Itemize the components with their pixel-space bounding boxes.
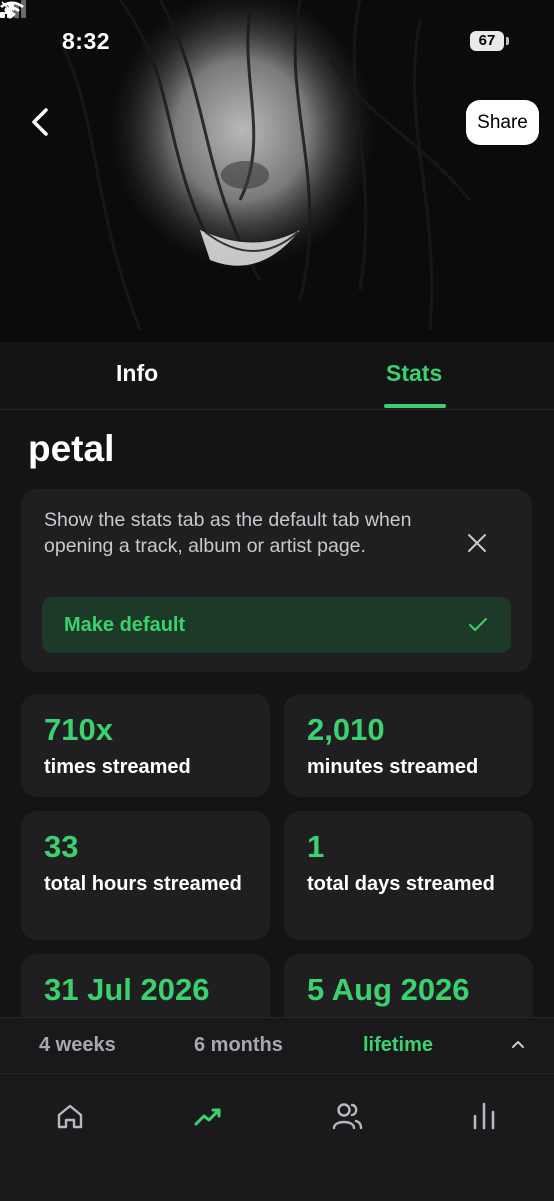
range-6-months[interactable]: 6 months: [194, 1034, 283, 1057]
check-icon: [469, 618, 487, 631]
bottom-navigation: [0, 1073, 554, 1201]
stat-card-minutes-streamed: 2,010 minutes streamed: [284, 694, 533, 797]
stat-value: 33: [44, 829, 79, 864]
stat-label: total days streamed: [307, 873, 495, 895]
chevron-up-icon[interactable]: [510, 1038, 526, 1050]
stat-value: 1: [307, 829, 325, 864]
range-lifetime[interactable]: lifetime: [363, 1034, 433, 1057]
stat-card-total-hours: 33 total hours streamed: [21, 811, 270, 940]
stat-value: 710x: [44, 712, 113, 747]
trending-icon: [194, 1108, 221, 1126]
friends-icon: [332, 1103, 363, 1130]
stat-value: 31 Jul 2026: [44, 972, 210, 1007]
make-default-label: Make default: [64, 614, 186, 636]
battery-tip: [506, 37, 509, 45]
nav-stats[interactable]: [188, 1096, 228, 1136]
stat-label: minutes streamed: [307, 756, 479, 778]
share-button[interactable]: Share: [466, 100, 539, 145]
stat-label: times streamed: [44, 756, 191, 778]
nav-charts[interactable]: [464, 1096, 504, 1136]
notice-text: Show the stats tab as the default tab wh…: [44, 509, 412, 557]
stat-card-times-streamed: 710x times streamed: [21, 694, 270, 797]
wifi-icon: [0, 1, 24, 18]
artwork-image: 8:32 67 Share: [0, 0, 554, 342]
active-tab-indicator: [384, 404, 446, 408]
default-tab-notice: Show the stats tab as the default tab wh…: [21, 489, 532, 672]
chevron-left-icon: [32, 108, 48, 136]
time-range-selector: 4 weeks 6 months lifetime: [0, 1017, 554, 1074]
tab-bar: Info Stats: [0, 342, 554, 410]
tab-info[interactable]: Info: [116, 360, 158, 387]
stat-value: 2,010: [307, 712, 385, 747]
tab-stats[interactable]: Stats: [386, 360, 442, 387]
stat-value: 5 Aug 2026: [307, 972, 470, 1007]
nav-friends[interactable]: [327, 1096, 367, 1136]
range-4-weeks[interactable]: 4 weeks: [39, 1034, 116, 1057]
status-bar: 8:32 67: [0, 0, 554, 86]
charts-icon: [473, 1102, 495, 1130]
close-icon[interactable]: [466, 532, 488, 554]
home-icon: [57, 1104, 83, 1129]
make-default-button[interactable]: Make default: [42, 597, 511, 653]
track-title: petal: [28, 428, 115, 469]
stat-card-total-days: 1 total days streamed: [284, 811, 533, 940]
nav-home[interactable]: [50, 1096, 90, 1136]
battery-icon: 67: [470, 31, 504, 51]
status-time: 8:32: [62, 28, 111, 54]
stat-label: total hours streamed: [44, 873, 242, 895]
back-button[interactable]: [22, 102, 62, 142]
